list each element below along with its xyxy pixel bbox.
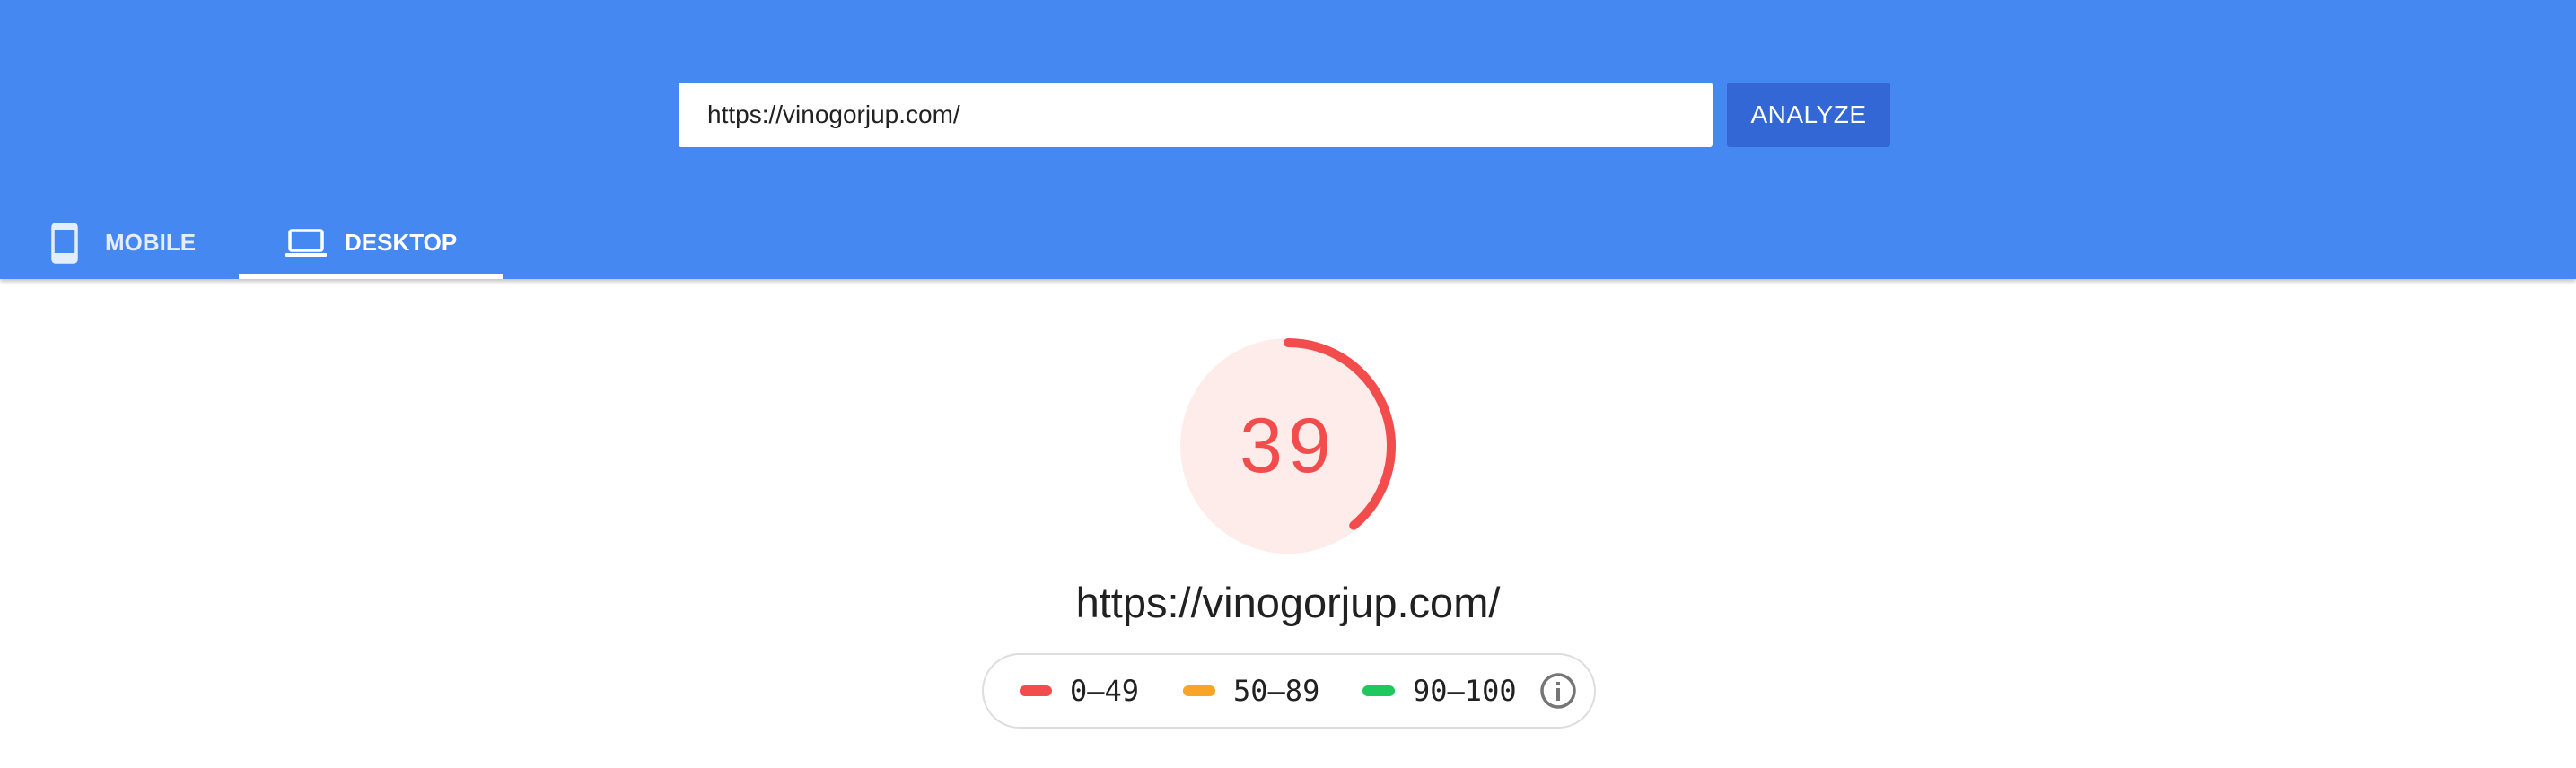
analyze-button[interactable]: ANALYZE	[1727, 83, 1890, 147]
legend-label-poor: 0–49	[1070, 674, 1140, 708]
tab-mobile-label: MOBILE	[105, 229, 197, 256]
legend-item-poor: 0–49	[1020, 655, 1139, 727]
header-bar: ANALYZE MOBILE DESKTOP	[0, 0, 2576, 279]
legend-swatch-good	[1362, 685, 1395, 696]
legend-label-good: 90–100	[1413, 674, 1517, 708]
tab-desktop-label: DESKTOP	[345, 229, 458, 256]
legend-label-average: 50–89	[1233, 674, 1320, 708]
legend-swatch-average	[1183, 685, 1215, 696]
laptop-icon	[285, 228, 327, 258]
tab-desktop[interactable]: DESKTOP	[239, 206, 503, 279]
info-icon[interactable]	[1538, 671, 1578, 711]
smartphone-icon	[51, 222, 78, 264]
legend-item-good: 90–100	[1362, 655, 1517, 727]
score-value: 39	[1240, 402, 1336, 489]
tab-mobile[interactable]: MOBILE	[45, 206, 196, 279]
legend-item-average: 50–89	[1183, 655, 1319, 727]
active-tab-indicator	[239, 274, 503, 279]
analyzed-url: https://vinogorjup.com/	[1075, 579, 1501, 626]
score-legend: 0–49 50–89 90–100	[982, 653, 1596, 729]
url-input[interactable]	[679, 83, 1713, 147]
legend-swatch-poor	[1020, 685, 1052, 696]
